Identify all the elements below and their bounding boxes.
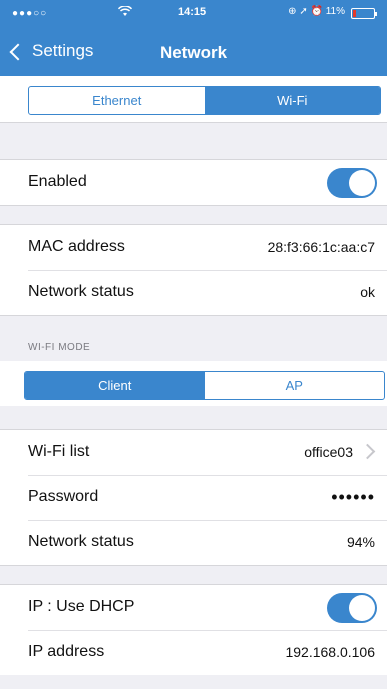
mode-segment-container: Client AP [0,361,387,406]
wifi-status-row: Network status 94% [0,520,387,565]
wifi-settings-group: Wi-Fi list office03 Password •••••• Netw… [0,429,387,566]
tab-ap[interactable]: AP [205,372,385,399]
tab-client[interactable]: Client [25,372,205,399]
battery-percent: 11% [325,6,345,17]
enabled-row: Enabled [0,160,387,205]
wifi-status-value: 94% [346,534,375,550]
status-bar: ●●●○○ 14:15 ⊕ ➚ ⏰ 11% [0,0,387,27]
mac-address-value: 28:f3:66:1c:aa:c7 [267,239,375,255]
interface-segmented-control: Ethernet Wi-Fi [28,86,381,115]
enabled-group: Enabled [0,159,387,206]
battery-icon [351,8,377,19]
chevron-right-icon [359,443,376,460]
ip-address-row: IP address 192.168.0.106 [0,630,387,675]
mac-address-row: MAC address 28:f3:66:1c:aa:c7 [0,225,387,270]
status-icons: ⊕ ➚ ⏰ 11% [288,6,345,17]
mode-segmented-control: Client AP [24,371,385,400]
navigation-bar: Settings Network [0,27,387,76]
wifi-list-label: Wi-Fi list [28,443,90,460]
signal-indicator: ●●●○○ [12,8,48,19]
ip-address-label: IP address [28,643,105,660]
tab-ethernet[interactable]: Ethernet [29,87,205,114]
dhcp-row: IP : Use DHCP [0,585,387,630]
ip-address-value: 192.168.0.106 [285,644,375,660]
wifi-mode-header: WI-FI MODE [28,342,91,353]
password-row[interactable]: Password •••••• [0,475,387,520]
wifi-list-row[interactable]: Wi-Fi list office03 [0,430,387,475]
tab-wifi[interactable]: Wi-Fi [204,87,380,114]
device-info-group: MAC address 28:f3:66:1c:aa:c7 Network st… [0,224,387,316]
ip-settings-group: IP : Use DHCP IP address 192.168.0.106 [0,584,387,675]
enabled-label: Enabled [28,173,87,190]
dhcp-label: IP : Use DHCP [28,598,135,615]
interface-segment-container: Ethernet Wi-Fi [0,76,387,123]
wifi-list-value: office03 [304,444,353,460]
enabled-toggle[interactable] [327,168,377,198]
network-status-label: Network status [28,283,134,300]
password-label: Password [28,488,99,505]
wifi-status-label: Network status [28,533,134,550]
status-time: 14:15 [178,6,207,18]
network-status-row: Network status ok [0,270,387,315]
network-status-value: ok [360,284,375,300]
page-title: Network [159,43,228,62]
dhcp-toggle[interactable] [327,593,377,623]
password-field[interactable]: •••••• [331,487,375,508]
mac-address-label: MAC address [28,238,125,255]
wifi-icon [117,5,133,20]
